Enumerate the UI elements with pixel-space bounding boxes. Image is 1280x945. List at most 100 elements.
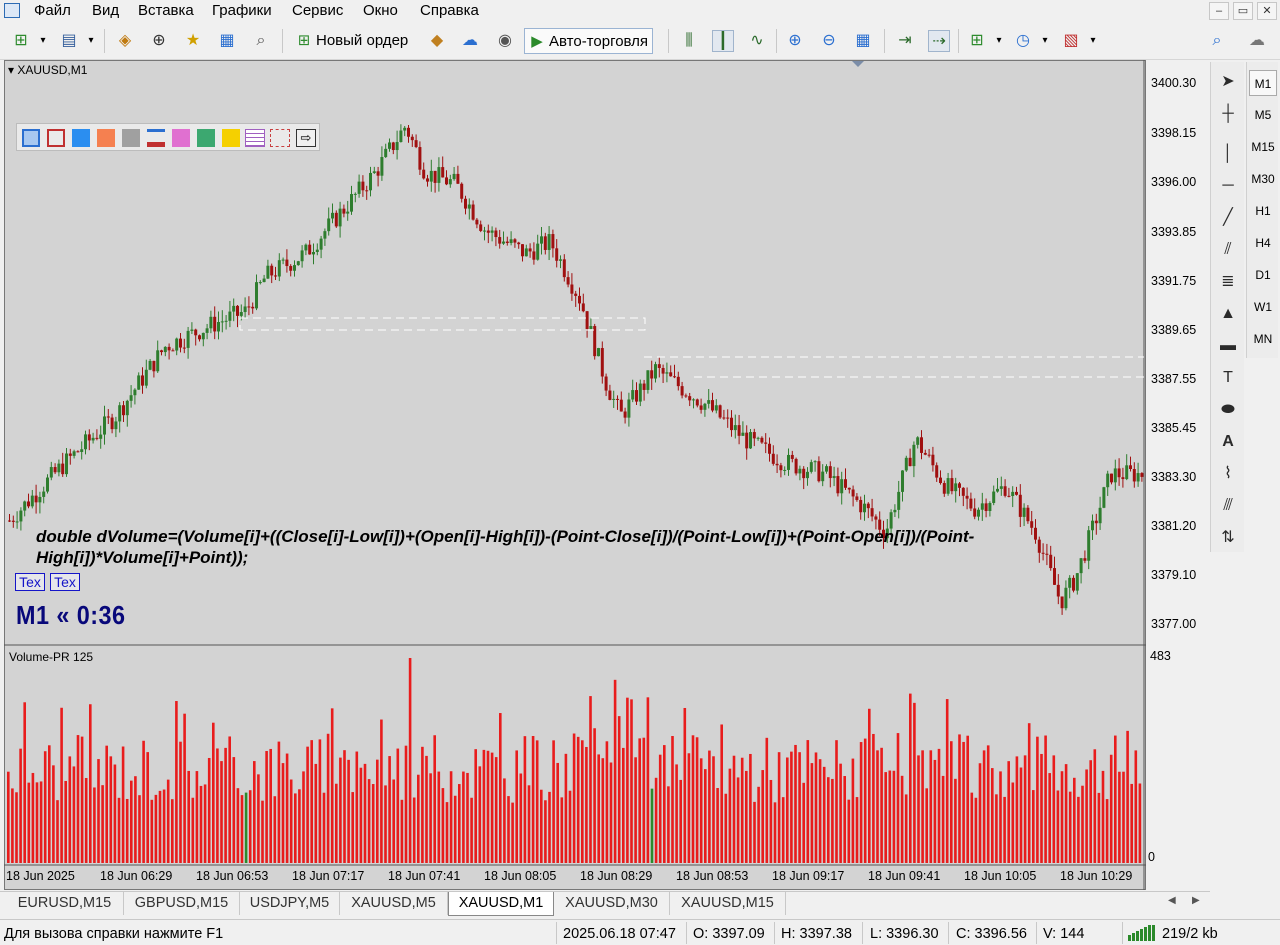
timeframe-m1[interactable]: M1 [1249,70,1277,96]
candle-body [509,239,513,244]
bar-chart-icon[interactable]: ⫼ [678,30,700,52]
crosshair-icon[interactable]: ⊕ [148,30,170,52]
timeframe-m30[interactable]: M30 [1249,166,1277,192]
timeframe-h4[interactable]: H4 [1249,230,1277,256]
minimize-button[interactable]: – [1209,2,1229,20]
new-order-button[interactable]: ⊞ Новый ордер [292,28,412,54]
candle-body [863,503,866,513]
market-icon[interactable]: ◉ [494,30,516,52]
strategy-tester-icon[interactable]: ⌕ [250,30,272,52]
chart-canvas[interactable] [4,60,1146,890]
timeframe-m5[interactable]: M5 [1249,102,1277,128]
palette-fill-blue[interactable] [72,129,90,147]
palette-fill-gray[interactable] [122,129,140,147]
new-chart-icon[interactable]: ⊞ [10,30,32,52]
chevron-down-icon[interactable]: ▾ [32,30,54,52]
candle-body [828,466,832,479]
tab-scroll-right-icon[interactable]: ▶ [1192,895,1200,906]
menu-file[interactable]: Файл [34,2,71,20]
profiles-icon[interactable]: ▤ [58,30,80,52]
tab-scroll-left-icon[interactable]: ◀ [1168,895,1176,906]
candlestick-icon[interactable]: ┃ [712,30,734,52]
chevron-down-icon[interactable]: ▾ [1034,30,1056,52]
tile-windows-icon[interactable]: ▦ [852,30,874,52]
crosshair-tool-icon[interactable]: ┼ [1216,102,1240,126]
candle-body [749,432,752,449]
tex-button-1[interactable]: Tex [15,573,45,591]
candle-body [623,411,627,418]
ellipse-icon[interactable]: ⬬ [1216,398,1240,422]
menu-help[interactable]: Справка [420,2,479,20]
status-separator [686,922,687,944]
app-icon[interactable] [4,3,20,18]
periods-icon[interactable]: ◷ [1012,30,1034,52]
palette-rect-red[interactable] [47,129,65,147]
menu-window[interactable]: Окно [363,2,398,20]
tab-xauusd-m1[interactable]: XAUUSD,M1 [448,892,554,916]
tex-button-2[interactable]: Tex [50,573,80,591]
palette-hatch[interactable] [245,129,265,147]
close-button[interactable]: ✕ [1257,2,1277,20]
menu-view[interactable]: Вид [92,2,119,20]
horizontal-line-icon[interactable]: ─ [1216,174,1240,198]
elliott-wave-icon[interactable]: ⌇ [1216,462,1240,486]
menu-charts[interactable]: Графики [212,2,272,20]
market-watch-icon[interactable]: ◈ [114,30,136,52]
volume-bar [576,736,580,863]
search-icon[interactable]: ⌕ [1206,30,1228,52]
chart-shift-icon[interactable]: ⇥ [894,30,916,52]
menu-insert[interactable]: Вставка [138,2,194,20]
arrows-icon[interactable]: ⇅ [1216,526,1240,550]
arrow-right-icon[interactable]: ⇨ [296,129,316,147]
equidistant-channel-icon[interactable]: ⫽ [1216,238,1240,262]
volume-bar [367,779,371,863]
navigator-icon[interactable]: ★ [182,30,204,52]
auto-trading-button[interactable]: ▶ Авто-торговля [524,28,654,54]
palette-fill-green[interactable] [197,129,215,147]
tab-xauusd-m15[interactable]: XAUUSD,M15 [670,892,786,915]
chat-icon[interactable]: ☁ [1246,30,1268,52]
text-label-icon[interactable]: A [1216,430,1240,454]
menu-tools[interactable]: Сервис [292,2,343,20]
volume-bar [421,746,424,863]
chevron-down-icon[interactable]: ▾ [988,30,1010,52]
tab-eurusd-m15[interactable]: EURUSD,M15 [6,892,124,915]
palette-lines[interactable] [147,129,165,147]
templates-icon[interactable]: ▧ [1060,30,1082,52]
palette-rect-blue[interactable] [22,129,40,147]
timeframe-h1[interactable]: H1 [1249,198,1277,224]
candle-body [483,230,486,232]
trendline-icon[interactable]: ╱ [1216,206,1240,230]
restore-button[interactable]: ▭ [1233,2,1253,20]
text-box-icon[interactable]: T [1216,366,1240,390]
triangle-icon[interactable]: ▲ [1216,302,1240,326]
cursor-icon[interactable]: ➤ [1216,70,1240,94]
palette-fill-yellow[interactable] [222,129,240,147]
terminal-icon[interactable]: ▦ [216,30,238,52]
tab-xauusd-m5[interactable]: XAUUSD,M5 [340,892,448,915]
timeframe-w1[interactable]: W1 [1249,294,1277,320]
timeframe-m15[interactable]: M15 [1249,134,1277,160]
zoom-out-icon[interactable]: ⊖ [818,30,840,52]
palette-dashed-rect[interactable] [270,129,290,147]
timeframe-mn[interactable]: MN [1249,326,1277,352]
chevron-down-icon[interactable]: ▾ [80,30,102,52]
fibonacci-icon[interactable]: ≣ [1216,270,1240,294]
timeframe-d1[interactable]: D1 [1249,262,1277,288]
palette-fill-pink[interactable] [172,129,190,147]
volume-bar [999,771,1002,863]
tab-xauusd-m30[interactable]: XAUUSD,M30 [554,892,670,915]
metaeditor-icon[interactable]: ◆ [426,30,448,52]
rectangle-icon[interactable]: ▬ [1216,334,1240,358]
signals-icon[interactable]: ☁ [459,30,481,52]
chevron-down-icon[interactable]: ▾ [1082,30,1104,52]
indicators-icon[interactable]: ⊞ [966,30,988,52]
auto-scroll-icon[interactable]: ⇢ [928,30,950,52]
line-chart-icon[interactable]: ∿ [746,30,768,52]
zoom-in-icon[interactable]: ⊕ [784,30,806,52]
tab-usdjpy-m5[interactable]: USDJPY,M5 [240,892,340,915]
fibo-fan-icon[interactable]: ⫻ [1216,494,1240,518]
palette-fill-orange[interactable] [97,129,115,147]
tab-gbpusd-m15[interactable]: GBPUSD,M15 [124,892,240,915]
vertical-line-icon[interactable]: │ [1216,142,1240,166]
